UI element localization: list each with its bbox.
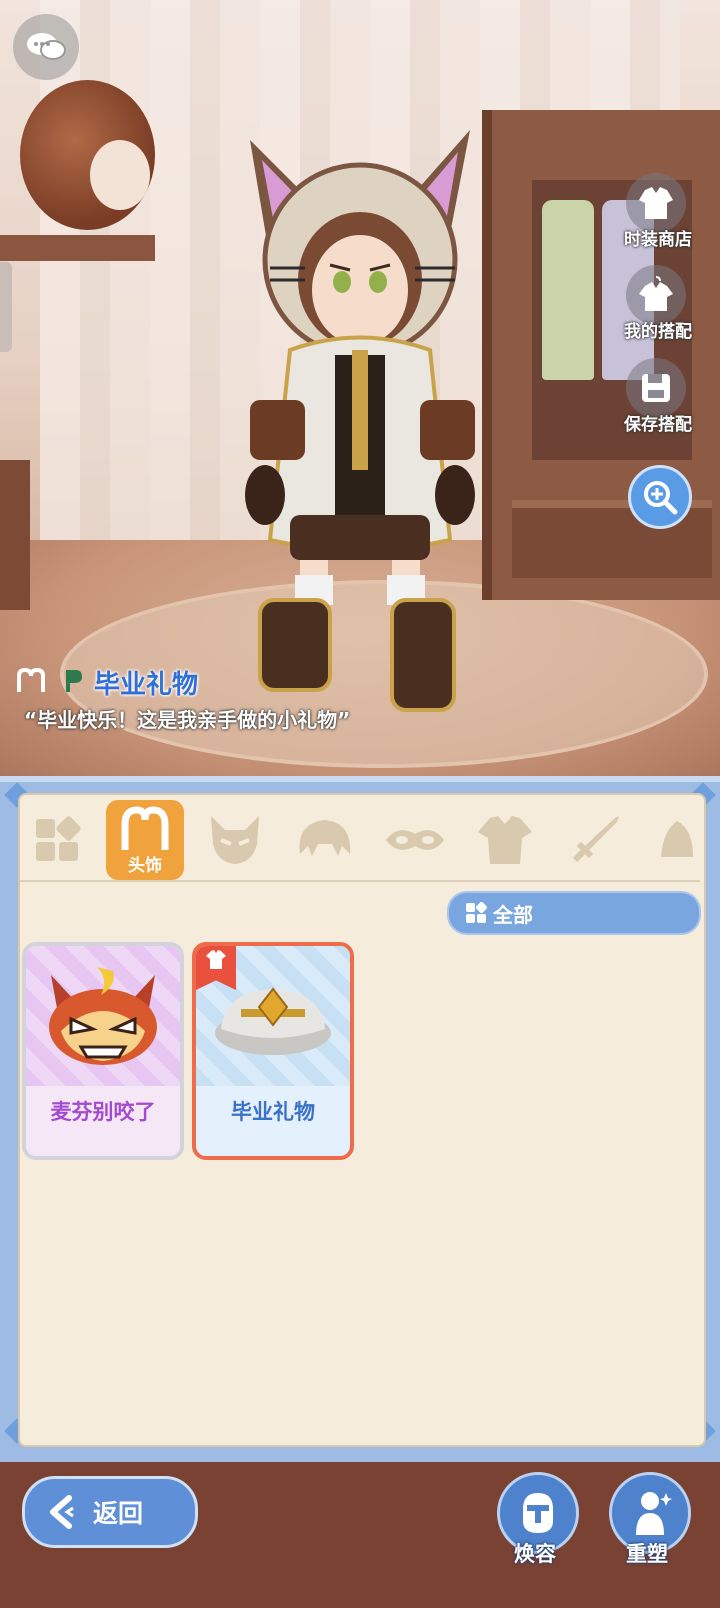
eye-mask-icon (386, 830, 444, 850)
category-tabs: 头饰 (18, 800, 702, 880)
side-handle[interactable] (0, 262, 12, 352)
item-name: 毕业礼物 (94, 670, 199, 700)
tab-mask[interactable] (196, 800, 274, 880)
chat-button[interactable] (13, 14, 79, 80)
tab-eyewear[interactable] (376, 800, 454, 880)
item-card-selected[interactable]: 毕业礼物 (192, 942, 354, 1160)
hanger-shirt-icon (639, 276, 673, 311)
tab-hair[interactable] (286, 800, 364, 880)
save-disk-icon (642, 374, 670, 402)
clay-pot-opening (90, 140, 150, 210)
back-button[interactable]: 返回 (22, 1476, 198, 1548)
stool (0, 460, 30, 610)
makeover-label: 焕容 (514, 1542, 556, 1566)
zoom-in-icon (644, 481, 678, 515)
tab-headwear-label: 头饰 (128, 856, 162, 876)
tab-clothing[interactable] (466, 800, 544, 880)
makeover-button[interactable]: 焕容 (493, 1472, 579, 1582)
grid-icon (36, 816, 81, 861)
player-character[interactable] (230, 120, 490, 730)
clothing-icon (478, 816, 532, 864)
coat-icon (639, 187, 673, 219)
save-outfit-label: 保存搭配 (624, 415, 692, 435)
item-card[interactable]: 麦芬别咬了 (22, 942, 184, 1160)
item-name: 毕业礼物 (231, 1100, 315, 1124)
item-name: 麦芬别咬了 (50, 1100, 156, 1124)
rarity-emblem-icon (66, 670, 82, 692)
character-viewport[interactable]: 时装商店 我的搭配 保存搭配 毕业礼物 “毕业快乐！这是我亲手做的小礼物” (0, 0, 720, 780)
reshape-button[interactable]: 重塑 (605, 1472, 691, 1582)
tab-cape[interactable] (638, 800, 702, 880)
character-silhouette-icon (636, 1492, 672, 1535)
filter-dropdown[interactable]: 全部 (447, 891, 701, 935)
back-arrow-icon (50, 1495, 74, 1529)
hair-icon (299, 820, 351, 856)
item-quote: “毕业快乐！这是我亲手做的小礼物” (24, 708, 351, 732)
headwear-type-icon (17, 668, 45, 692)
save-outfit-button[interactable]: 保存搭配 (596, 358, 720, 448)
grid-icon (466, 902, 487, 923)
back-label: 返回 (93, 1499, 144, 1528)
tab-divider (20, 880, 700, 882)
fashion-store-button[interactable]: 时装商店 (596, 173, 720, 263)
reshape-label: 重塑 (626, 1542, 668, 1566)
weapon-icon (572, 816, 619, 863)
shirt-icon (206, 950, 226, 969)
tab-all[interactable] (18, 800, 96, 880)
my-outfits-button[interactable]: 我的搭配 (596, 265, 720, 355)
my-outfits-label: 我的搭配 (624, 322, 692, 342)
cape-icon (661, 821, 693, 857)
mask-icon (211, 816, 259, 864)
headwear-icon (121, 806, 169, 850)
tab-headwear[interactable]: 头饰 (106, 800, 184, 880)
wall-shelf (0, 235, 155, 261)
zoom-in-button[interactable] (628, 465, 692, 529)
chat-bubbles-icon (27, 33, 66, 60)
face-mask-icon (523, 1493, 553, 1533)
equipped-item-info: 毕业礼物 “毕业快乐！这是我亲手做的小礼物” (16, 664, 616, 744)
tab-weapon[interactable] (556, 800, 634, 880)
cat-mask-headwear-icon (49, 967, 157, 1065)
item-thumbnail (26, 946, 180, 1086)
fashion-store-label: 时装商店 (624, 230, 692, 250)
filter-label: 全部 (493, 902, 533, 927)
